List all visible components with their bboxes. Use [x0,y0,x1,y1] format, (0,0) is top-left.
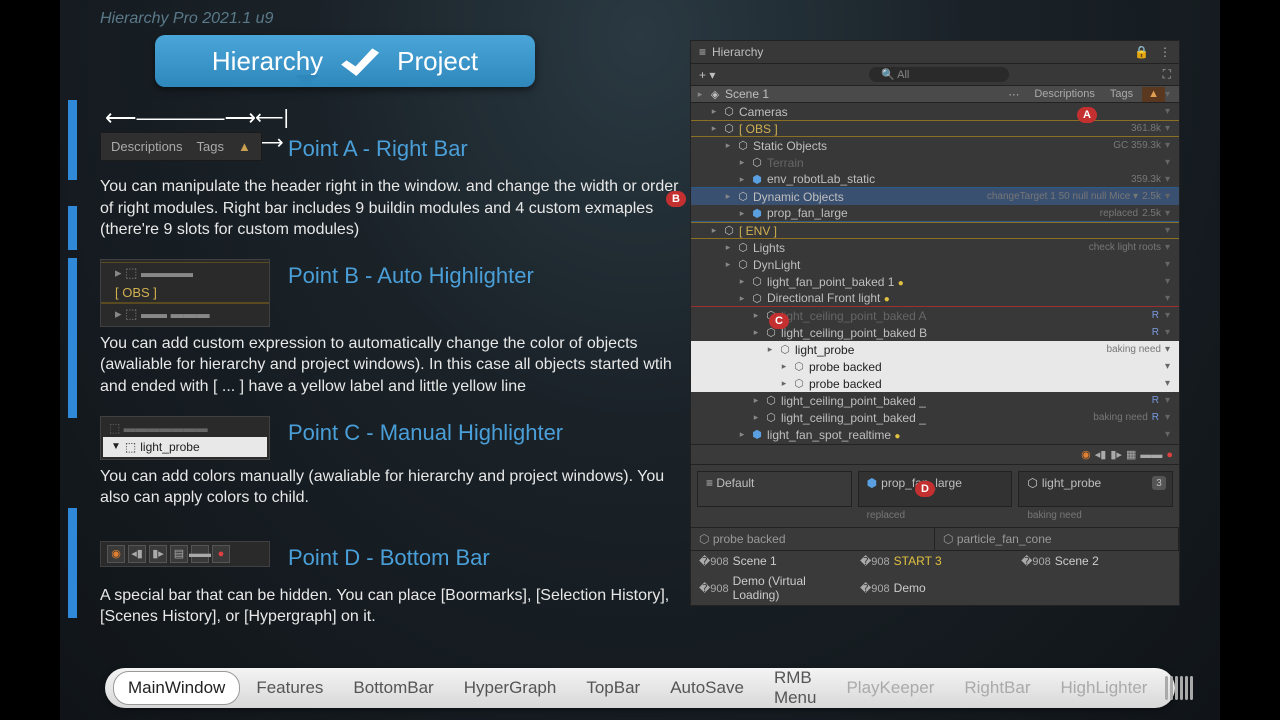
banner: Hierarchy Project [155,35,535,87]
accent-bar [68,258,77,418]
scene-item[interactable]: �908Scene 1 [691,551,852,571]
grip-icon[interactable]: ≡ [699,45,706,59]
bottom-panel: ◉ ◂▮ ▮▸ ▦ ▬▬ ● ≡ Default ⬢prop_fan_large… [691,444,1179,605]
tree-row[interactable]: ▸⬡Cameras▾ [691,103,1179,120]
tree-row[interactable]: ▸⬡Dynamic ObjectschangeTarget 1 50 null … [691,188,1179,205]
bottom-nav: MainWindowFeaturesBottomBarHyperGraphTop… [105,668,1175,708]
lock-icon[interactable]: 🔒 [1134,45,1149,59]
nav-item[interactable]: TopBar [572,672,654,704]
marker-c: C [769,313,789,329]
bookmark-card[interactable]: ⬢prop_fan_largereplaced [858,471,1013,507]
tree-row[interactable]: ▸⬡light_ceiling_point_baked AR▾ [691,307,1179,324]
tree-row[interactable]: ▸⬢light_fan_spot_realtime ●▾ [691,426,1179,443]
point-c-text: You can add colors manually (awaliable f… [100,466,690,509]
tree-row[interactable]: ▸⬡light_ceiling_point_baked BR▾ [691,324,1179,341]
tree-row[interactable]: ▸⬡light_ceiling_point_baked _baking need… [691,409,1179,426]
tree-row[interactable]: ▸⬢prop_fan_largereplaced2.5k▾ [691,205,1179,222]
marker-a: A [1077,107,1097,123]
bottombar-fragment: ◉◂▮▮▸▤▬▬● [100,541,270,567]
record-icon[interactable]: ◉ [1081,448,1091,461]
tree-row[interactable]: ▸⬢env_robotLab_static359.3k▾ [691,171,1179,188]
tree-row[interactable]: ▸⬡DynLight▾ [691,256,1179,273]
descriptions-label: Descriptions [111,139,183,154]
point-d-text: A special bar that can be hidden. You ca… [100,585,690,628]
tree-row[interactable]: ▸⬡Static ObjectsGC 359.3k▾ [691,137,1179,154]
search-input[interactable]: 🔍 All [869,67,1009,82]
panel-toolbar: + ▾ 🔍 All ⛶ [691,64,1179,86]
tree-row[interactable]: ▸⬡probe backed▾ [691,375,1179,392]
nav-item[interactable]: AutoSave [656,672,758,704]
accent-bar [68,508,77,618]
scene-item[interactable]: �908Demo [852,571,1013,605]
nav-item[interactable]: HyperGraph [450,672,571,704]
hierarchy-tab[interactable]: Hierarchy [712,45,763,59]
scene-item[interactable]: �908Scene 2 [1013,551,1174,571]
tags-label: Tags [197,139,224,154]
nav-item[interactable]: HighLighter [1047,672,1162,704]
marker-b: B [666,191,686,207]
list-item[interactable]: ⬡ probe backed [691,528,935,550]
point-c-heading: Point C - Manual Highlighter [288,420,690,446]
nav-item[interactable]: RMB Menu [760,662,831,714]
stop-icon[interactable]: ● [1166,449,1173,461]
scene-item[interactable]: �908START 3 [852,551,1013,571]
menu-icon[interactable]: ⋮ [1159,45,1171,59]
banner-right[interactable]: Project [397,46,478,77]
accent-bar [68,100,77,180]
nav-item[interactable]: PlayKeeper [832,672,948,704]
panel-tab-bar: ≡ Hierarchy 🔒 ⋮ [691,41,1179,64]
tree-row[interactable]: ▸⬡Directional Front light ●▾ [691,290,1179,307]
add-button[interactable]: + ▾ [699,68,715,82]
warning-icon: ▲ [238,139,251,154]
list-item[interactable]: ⬡ particle_fan_cone [935,528,1179,550]
nav-grip[interactable] [1165,676,1199,700]
tree-row[interactable]: ▸⬡probe backed▾ [691,358,1179,375]
check-icon [341,46,379,76]
nav-item[interactable]: MainWindow [113,671,240,705]
point-b-text: You can add custom expression to automat… [100,333,690,398]
tree-row[interactable]: ▸⬡[ OBS ]361.8k▾ [691,120,1179,137]
nav-item[interactable]: BottomBar [339,672,447,704]
banner-left[interactable]: Hierarchy [212,46,323,77]
app-title: Hierarchy Pro 2021.1 u9 [100,10,273,28]
point-a-text: You can manipulate the header right in t… [100,176,690,241]
tree-row[interactable]: ▸⬡light_ceiling_point_baked _R▾ [691,392,1179,409]
point-d-heading: Point D - Bottom Bar [288,545,690,571]
header-fragment: Descriptions Tags ▲ [100,132,262,161]
obs-fragment: ▸ ⬚ ▬▬▬▬ [ OBS ] ▸ ⬚ ▬▬ ▬▬▬ [100,259,270,327]
point-a-heading: Point A - Right Bar [288,136,690,162]
list-icon[interactable]: ▬▬ [1140,449,1162,461]
nav-item[interactable]: RightBar [950,672,1044,704]
bookmark-card[interactable]: ⬡light_probe3baking need [1018,471,1173,507]
next-icon[interactable]: ▮▸ [1110,448,1122,461]
tree-row[interactable]: ▸⬡light_fan_point_baked 1 ●▾ [691,273,1179,290]
tree-row[interactable]: ▸◈Scene 1⋯DescriptionsTags▲▾ [691,86,1179,103]
tree-row[interactable]: ▸⬡Lightscheck light roots▾ [691,239,1179,256]
nav-item[interactable]: Features [242,672,337,704]
marker-d: D [915,481,935,497]
tree-row[interactable]: ▸⬡Terrain▾ [691,154,1179,171]
expand-icon[interactable]: ⛶ [1163,67,1171,82]
scene-item[interactable]: �908Demo (Virtual Loading) [691,571,852,605]
lightprobe-fragment: ⬚ ▬▬▬▬▬▬▬ ▼⬚ light_probe [100,416,270,460]
accent-bar [68,206,77,250]
tree-row[interactable]: ▸⬡light_probebaking need▾ [691,341,1179,358]
grid-icon[interactable]: ▦ [1126,448,1136,461]
default-button[interactable]: ≡ Default [697,471,852,507]
prev-icon[interactable]: ◂▮ [1095,448,1107,461]
tree-row[interactable]: ▸⬡[ ENV ]▾ [691,222,1179,239]
hierarchy-panel: A B C D ≡ Hierarchy 🔒⋮ + ▾ 🔍 All ⛶ ▸◈Sce… [690,40,1180,606]
point-b-heading: Point B - Auto Highlighter [288,263,690,289]
